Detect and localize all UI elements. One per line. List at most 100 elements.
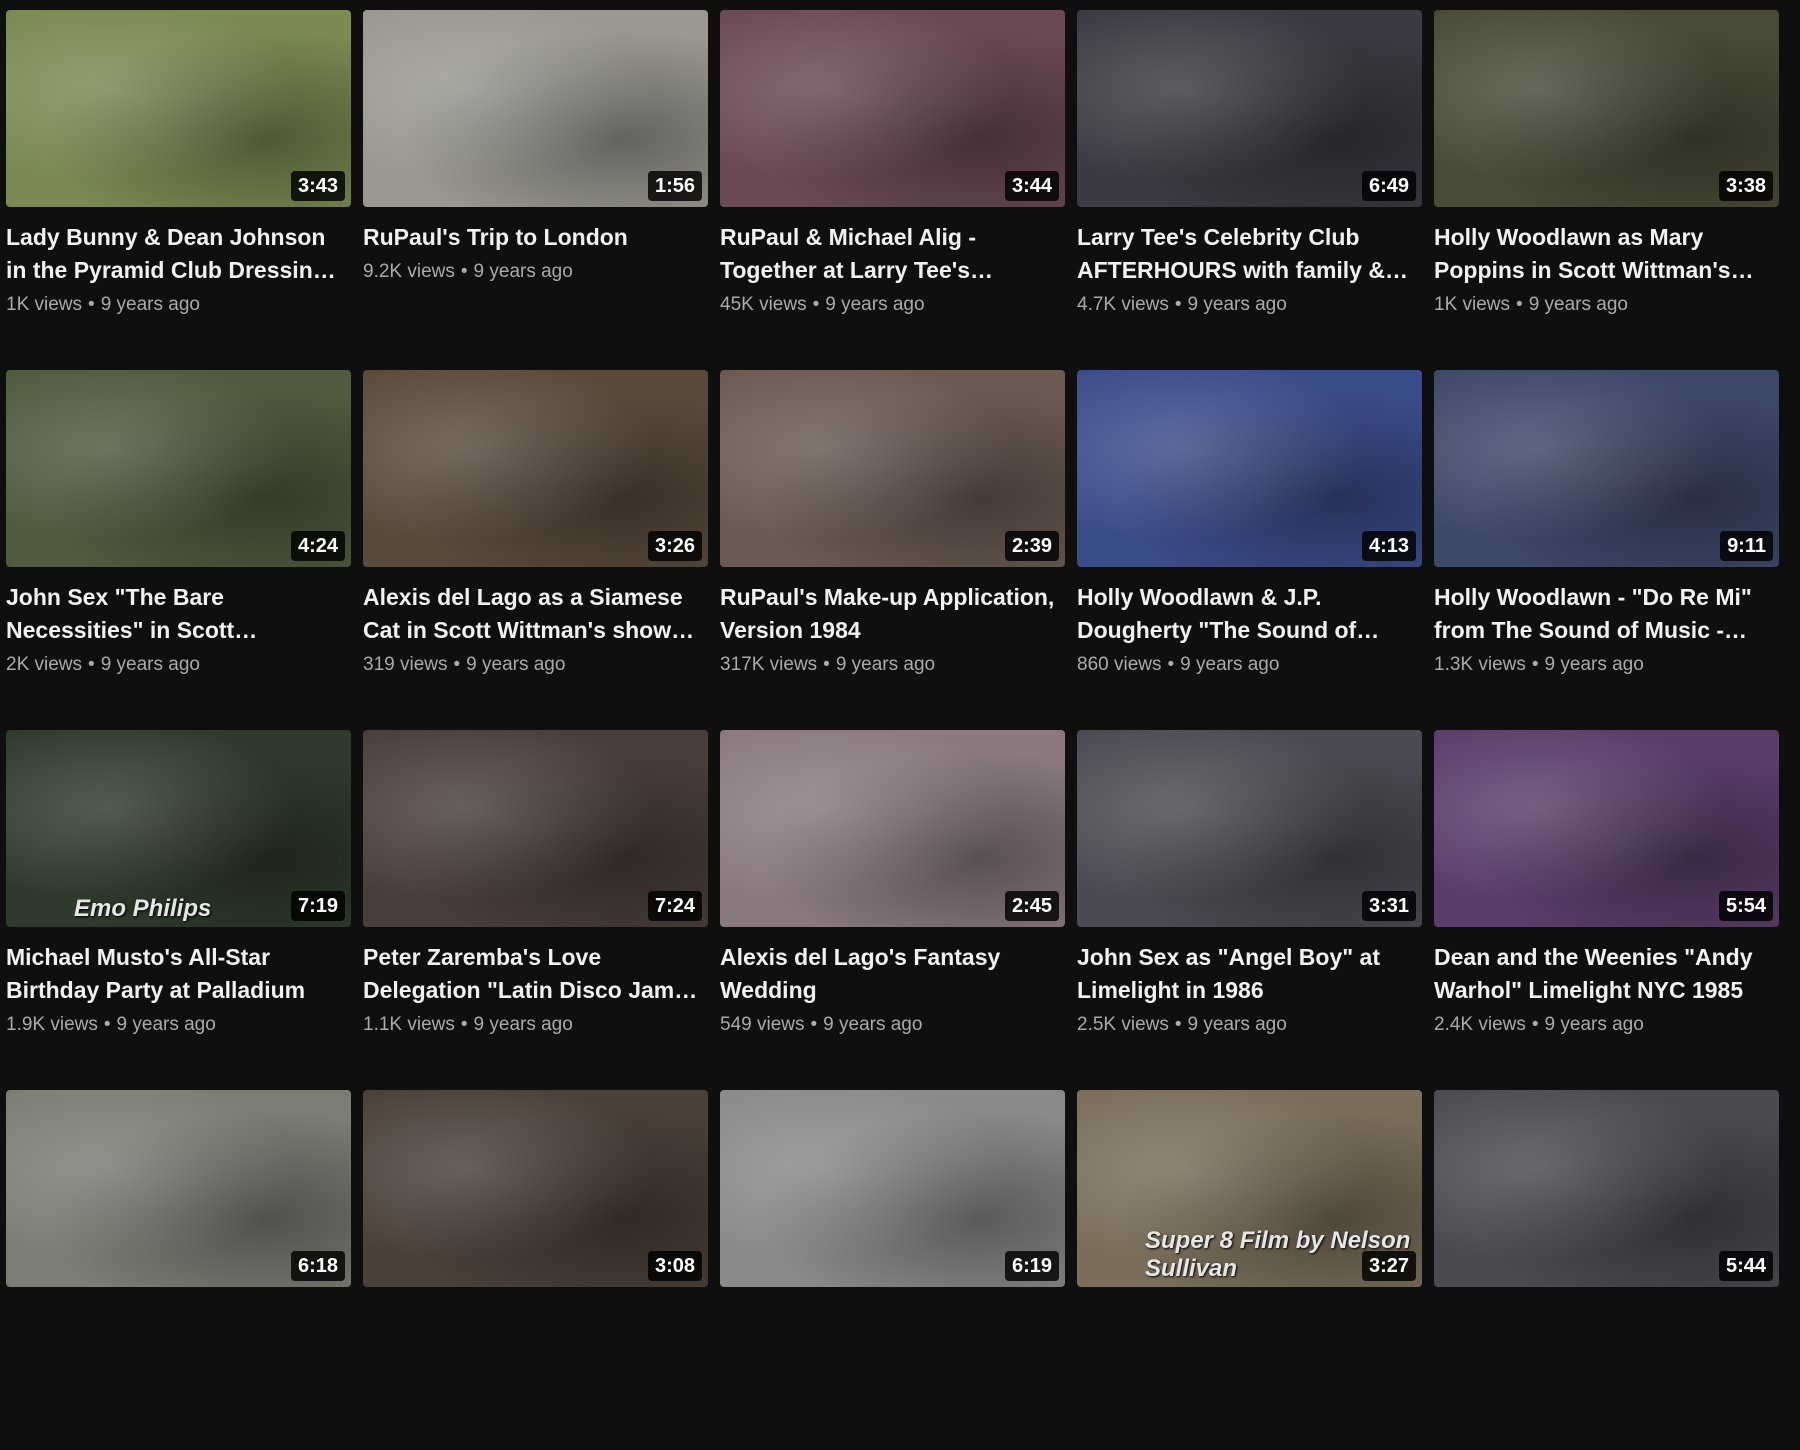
video-duration-badge: 4:24 (290, 531, 345, 561)
video-thumbnail[interactable]: 3:26 (363, 370, 708, 567)
video-title[interactable]: Dean and the Weenies "Andy Warhol" Limel… (1434, 941, 1779, 1007)
video-title[interactable]: Holly Woodlawn & J.P. Dougherty "The Sou… (1077, 581, 1422, 647)
video-duration-badge: 2:39 (1004, 531, 1059, 561)
separator-dot: • (1174, 1014, 1182, 1035)
video-thumbnail[interactable]: 6:19 (720, 1090, 1065, 1287)
video-title[interactable]: Alexis del Lago as a Siamese Cat in Scot… (363, 581, 708, 647)
video-duration-badge: 1:56 (647, 171, 702, 201)
video-title[interactable]: Alexis del Lago's Fantasy Wedding (720, 941, 1065, 1007)
video-thumbnail[interactable]: 2:39 (720, 370, 1065, 567)
separator-dot: • (810, 1014, 818, 1035)
separator-dot: • (453, 654, 461, 675)
separator-dot: • (1174, 294, 1182, 315)
video-duration-badge: 2:45 (1004, 891, 1059, 921)
video-title[interactable]: Holly Woodlawn as Mary Poppins in Scott … (1434, 221, 1779, 287)
video-card[interactable]: 6:49 Larry Tee's Celebrity Club AFTERHOUR… (1077, 10, 1422, 370)
video-thumbnail[interactable]: 5:44 (1434, 1090, 1779, 1287)
video-card[interactable]: Emo Philips 7:19 Michael Musto's All-Star … (6, 730, 351, 1090)
video-thumbnail[interactable]: 2:45 (720, 730, 1065, 927)
view-count: 319 views (363, 654, 448, 675)
video-card[interactable]: 9:11 Holly Woodlawn - "Do Re Mi" from The… (1434, 370, 1779, 730)
video-metadata: 2K views • 9 years ago (6, 653, 351, 677)
view-count: 2.4K views (1434, 1014, 1526, 1035)
video-metadata: 9.2K views • 9 years ago (363, 260, 708, 284)
video-thumbnail[interactable]: 5:54 (1434, 730, 1779, 927)
video-metadata: 1.1K views • 9 years ago (363, 1013, 708, 1037)
video-metadata: 549 views • 9 years ago (720, 1013, 1065, 1037)
video-card[interactable]: 6:18 (6, 1090, 351, 1450)
upload-age: 9 years ago (823, 1014, 923, 1035)
upload-age: 9 years ago (473, 261, 573, 282)
video-metadata: 2.4K views • 9 years ago (1434, 1013, 1779, 1037)
video-card[interactable]: 5:44 (1434, 1090, 1779, 1450)
video-card[interactable]: 3:43 Lady Bunny & Dean Johnson in the Pyr… (6, 10, 351, 370)
video-thumbnail[interactable]: 6:18 (6, 1090, 351, 1287)
video-card[interactable]: 4:24 John Sex "The Bare Necessities" in S… (6, 370, 351, 730)
video-card[interactable]: 2:45 Alexis del Lago's Fantasy Wedding 549… (720, 730, 1065, 1090)
video-thumbnail[interactable]: 3:08 (363, 1090, 708, 1287)
video-duration-badge: 3:26 (647, 531, 702, 561)
video-thumbnail[interactable]: Emo Philips 7:19 (6, 730, 351, 927)
video-card[interactable]: 6:19 (720, 1090, 1065, 1450)
upload-age: 9 years ago (825, 294, 925, 315)
video-card[interactable]: 3:38 Holly Woodlawn as Mary Poppins in Sc… (1434, 10, 1779, 370)
video-title[interactable]: Holly Woodlawn - "Do Re Mi" from The Sou… (1434, 581, 1779, 647)
video-title[interactable]: John Sex "The Bare Necessities" in Scott… (6, 581, 351, 647)
video-metadata: 1K views • 9 years ago (6, 293, 351, 317)
video-card[interactable]: 3:44 RuPaul & Michael Alig - Together at … (720, 10, 1065, 370)
video-duration-badge: 7:19 (290, 891, 345, 921)
video-card[interactable]: 3:26 Alexis del Lago as a Siamese Cat in … (363, 370, 708, 730)
separator-dot: • (1531, 654, 1539, 675)
thumbnail-overlay-text: Emo Philips (74, 895, 212, 922)
video-card[interactable]: 1:56 RuPaul's Trip to London 9.2K views • 9 … (363, 10, 708, 370)
video-title[interactable]: Lady Bunny & Dean Johnson in the Pyramid… (6, 221, 351, 287)
video-title[interactable]: Larry Tee's Celebrity Club AFTERHOURS wi… (1077, 221, 1422, 287)
upload-age: 9 years ago (116, 1014, 216, 1035)
video-title[interactable]: Michael Musto's All-Star Birthday Party … (6, 941, 351, 1007)
upload-age: 9 years ago (100, 654, 200, 675)
video-metadata: 1.9K views • 9 years ago (6, 1013, 351, 1037)
view-count: 860 views (1077, 654, 1162, 675)
video-duration-badge: 3:38 (1718, 171, 1773, 201)
video-thumbnail[interactable]: 6:49 (1077, 10, 1422, 207)
video-duration-badge: 6:19 (1004, 1251, 1059, 1281)
view-count: 45K views (720, 294, 807, 315)
video-metadata: 860 views • 9 years ago (1077, 653, 1422, 677)
view-count: 1K views (6, 294, 83, 315)
video-thumbnail[interactable]: 9:11 (1434, 370, 1779, 567)
upload-age: 9 years ago (1544, 654, 1644, 675)
video-duration-badge: 6:49 (1361, 171, 1416, 201)
video-thumbnail[interactable]: 7:24 (363, 730, 708, 927)
video-card[interactable]: 3:08 (363, 1090, 708, 1450)
video-thumbnail[interactable]: 3:44 (720, 10, 1065, 207)
video-card[interactable]: Super 8 Film by Nelson Sullivan 3:27 (1077, 1090, 1422, 1450)
video-card[interactable]: 5:54 Dean and the Weenies "Andy Warhol" L… (1434, 730, 1779, 1090)
view-count: 2.5K views (1077, 1014, 1169, 1035)
video-title[interactable]: RuPaul's Trip to London (363, 221, 708, 254)
video-thumbnail[interactable]: Super 8 Film by Nelson Sullivan 3:27 (1077, 1090, 1422, 1287)
video-title[interactable]: John Sex as "Angel Boy" at Limelight in … (1077, 941, 1422, 1007)
upload-age: 9 years ago (473, 1014, 573, 1035)
separator-dot: • (460, 261, 468, 282)
video-card[interactable]: 2:39 RuPaul's Make-up Application, Versio… (720, 370, 1065, 730)
video-thumbnail[interactable]: 3:38 (1434, 10, 1779, 207)
video-card[interactable]: 4:13 Holly Woodlawn & J.P. Dougherty "The… (1077, 370, 1422, 730)
video-title[interactable]: RuPaul's Make-up Application, Version 19… (720, 581, 1065, 647)
separator-dot: • (812, 294, 820, 315)
view-count: 1.1K views (363, 1014, 455, 1035)
video-duration-badge: 4:13 (1361, 531, 1416, 561)
video-thumbnail[interactable]: 1:56 (363, 10, 708, 207)
video-thumbnail[interactable]: 4:24 (6, 370, 351, 567)
view-count: 317K views (720, 654, 818, 675)
video-card[interactable]: 7:24 Peter Zaremba's Love Delegation "Lat… (363, 730, 708, 1090)
video-thumbnail[interactable]: 3:43 (6, 10, 351, 207)
video-metadata: 45K views • 9 years ago (720, 293, 1065, 317)
video-thumbnail[interactable]: 4:13 (1077, 370, 1422, 567)
video-metadata: 319 views • 9 years ago (363, 653, 708, 677)
video-title[interactable]: RuPaul & Michael Alig - Together at Larr… (720, 221, 1065, 287)
video-title[interactable]: Peter Zaremba's Love Delegation "Latin D… (363, 941, 708, 1007)
video-duration-badge: 3:27 (1361, 1251, 1416, 1281)
video-card[interactable]: 3:31 John Sex as "Angel Boy" at Limelight… (1077, 730, 1422, 1090)
video-thumbnail[interactable]: 3:31 (1077, 730, 1422, 927)
upload-age: 9 years ago (100, 294, 200, 315)
